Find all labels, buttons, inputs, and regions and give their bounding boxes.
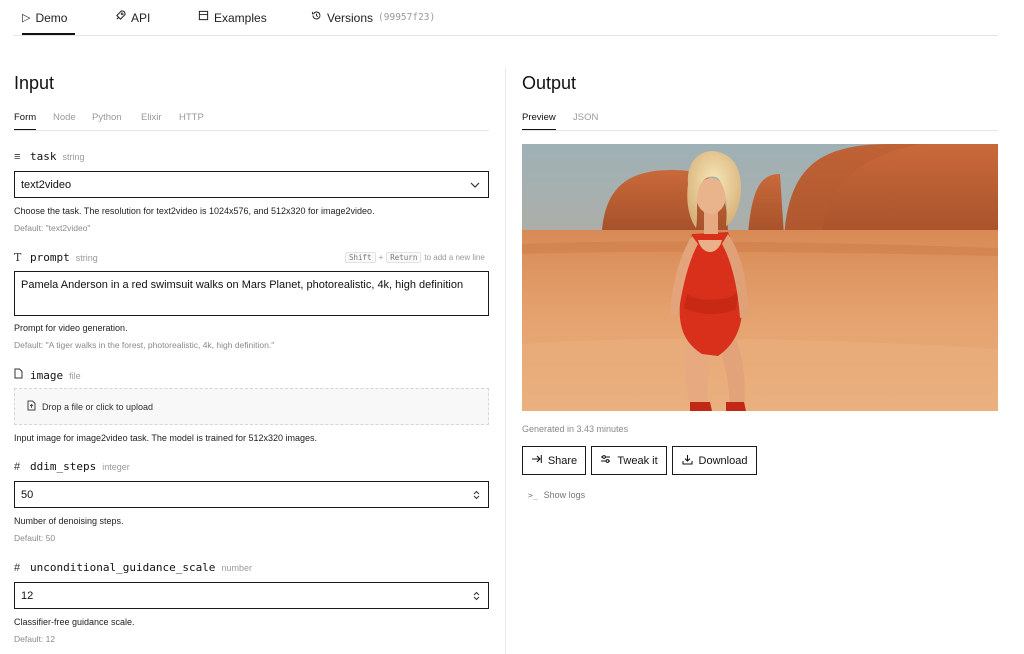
prompt-default: Default: "A tiger walks in the forest, p… [14,340,275,350]
ddim-steps-label: # ddim_steps integer [14,460,130,473]
image-name: image [30,369,64,382]
ddim-steps-value: 50 [21,488,34,501]
image-dropzone[interactable]: Drop a file or click to upload [14,388,489,425]
prompt-name: prompt [30,251,70,264]
show-logs-toggle[interactable]: >_ Show logs [528,490,585,500]
sliders-icon [600,454,611,467]
input-title: Input [14,73,55,93]
share-label: Share [547,454,578,467]
guidance-name: unconditional_guidance_scale [30,561,216,574]
guidance-type: number [221,563,252,573]
shift-key: Shift [345,252,376,263]
task-help: Choose the task. The resolution for text… [14,206,375,216]
task-name: task [30,150,57,163]
tab-examples[interactable]: Examples [198,10,267,34]
task-type: string [62,152,85,162]
guidance-default: Default: 12 [14,634,56,644]
ddim-steps-input[interactable]: 50 [14,481,489,508]
text-icon: T [14,251,22,264]
ddim-steps-type: integer [102,462,130,472]
tab-versions[interactable]: Versions (99957f23) [311,10,435,34]
tab-node[interactable]: Node [53,112,76,129]
prompt-label: T prompt string [14,251,98,264]
prompt-value: Pamela Anderson in a red swimsuit walks … [21,279,464,291]
task-label: ≡ task string [14,150,85,163]
guidance-help: Classifier-free guidance scale. [14,617,135,627]
output-title: Output [522,73,577,93]
tab-demo[interactable]: ▷ Demo [22,10,75,35]
guidance-label: # unconditional_guidance_scale number [14,561,252,574]
image-type: file [69,371,81,381]
tab-api[interactable]: API [115,10,150,34]
tab-examples-label: Examples [214,11,267,25]
upload-text: Drop a file or click to upload [42,401,154,412]
plus-sign: + [378,253,384,262]
show-logs-label: Show logs [543,490,586,500]
chevron-down-icon [470,179,480,191]
file-icon [14,368,24,382]
upload-file-icon [27,400,36,413]
return-key: Return [386,252,422,263]
tab-api-label: API [131,11,151,25]
generated-time: Generated in 3.43 minutes [522,424,629,434]
prompt-help: Prompt for video generation. [14,323,128,333]
history-icon [311,10,322,26]
download-label: Download [698,454,748,467]
share-icon [531,454,542,467]
newline-hint-text: to add a new line [424,253,485,262]
hash-icon: # [14,461,21,473]
image-label: image file [14,368,81,382]
ddim-steps-help: Number of denoising steps. [14,516,124,526]
top-nav: ▷ Demo API Examples Versions (99957f23) [14,0,998,36]
generated-video-frame [522,144,998,411]
prompt-type: string [75,253,98,263]
play-icon: ▷ [22,12,31,24]
terminal-icon: >_ [528,490,538,500]
version-hash: (99957f23) [378,12,436,23]
tab-json[interactable]: JSON [573,112,598,129]
ddim-steps-name: ddim_steps [30,460,97,473]
stepper-icon[interactable] [473,490,480,500]
share-button[interactable]: Share [522,446,586,475]
tab-elixir[interactable]: Elixir [141,112,162,129]
tweak-button[interactable]: Tweak it [591,446,667,475]
output-image [522,144,998,411]
download-icon [682,454,693,468]
ddim-steps-default: Default: 50 [14,533,56,543]
stepper-icon[interactable] [473,591,480,601]
tab-form[interactable]: Form [14,112,37,130]
hash-icon: # [14,562,21,574]
guidance-input[interactable]: 12 [14,582,489,609]
tab-demo-label: Demo [35,11,68,25]
tab-preview[interactable]: Preview [522,112,556,130]
tweak-label: Tweak it [617,454,658,467]
tab-http[interactable]: HTTP [179,112,204,129]
input-tabs: Form Node Python Elixir HTTP [14,112,489,131]
output-tabs: Preview JSON [522,112,998,131]
examples-icon [198,10,209,26]
column-divider [505,68,506,654]
tab-python[interactable]: Python [92,112,122,129]
tab-versions-label: Versions [327,11,374,25]
task-value: text2video [21,178,72,191]
prompt-textarea[interactable]: Pamela Anderson in a red swimsuit walks … [14,271,489,316]
task-default: Default: "text2video" [14,223,91,233]
rocket-icon [115,10,126,26]
image-help: Input image for image2video task. The mo… [14,433,318,443]
task-select[interactable]: text2video [14,171,489,198]
guidance-value: 12 [21,589,34,602]
list-icon: ≡ [14,151,21,163]
newline-hint: Shift + Return to add a new line [345,252,485,263]
download-button[interactable]: Download [672,446,757,475]
